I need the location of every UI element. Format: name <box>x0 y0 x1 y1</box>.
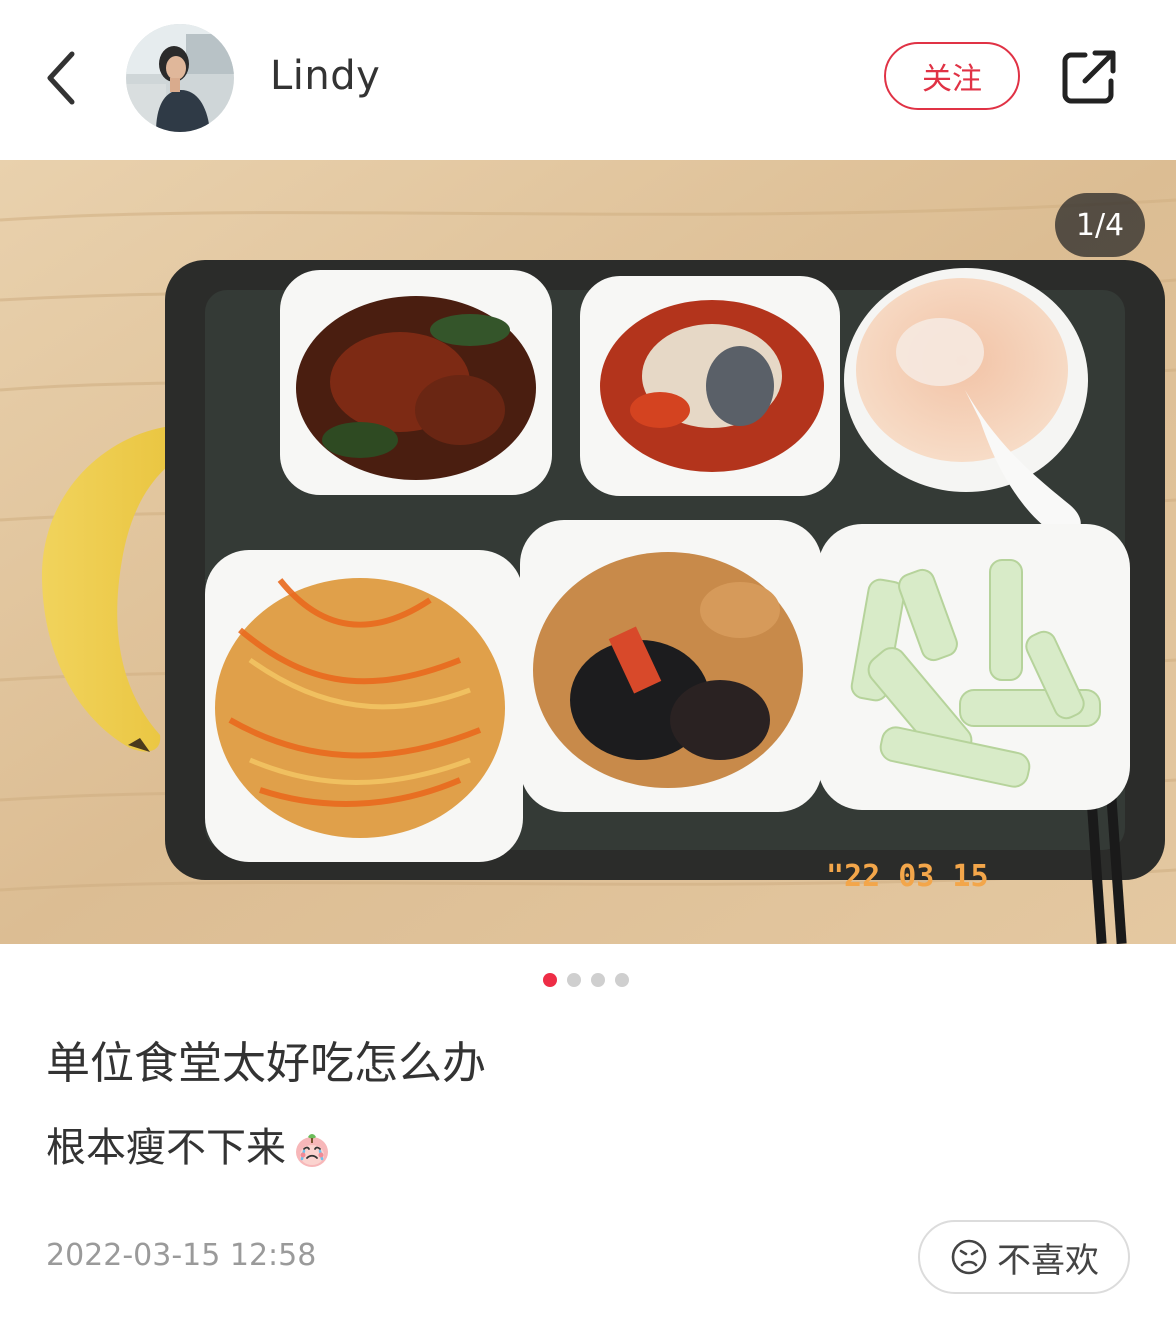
avatar[interactable] <box>126 24 234 132</box>
follow-button[interactable]: 关注 <box>884 42 1020 110</box>
carousel-dot-3[interactable] <box>591 973 605 987</box>
carousel-dots <box>543 973 629 987</box>
carousel-dot-2[interactable] <box>567 973 581 987</box>
post-title: 单位食堂太好吃怎么办 <box>46 1038 486 1089</box>
username[interactable]: Lindy <box>270 50 380 102</box>
post-description-text: 根本瘦不下来 <box>46 1125 286 1171</box>
page-indicator: 1/4 <box>1055 193 1145 257</box>
share-button[interactable] <box>1056 44 1122 110</box>
chevron-left-icon <box>47 51 75 105</box>
sad-face-icon <box>951 1239 987 1275</box>
post-description: 根本瘦不下来 <box>46 1120 332 1176</box>
crying-peach-emoji-icon <box>292 1128 332 1168</box>
dislike-button[interactable]: 不喜欢 <box>918 1220 1130 1294</box>
date-stamp: "22 03 15 <box>826 859 989 894</box>
food-tray-image: "22 03 15 <box>0 160 1176 944</box>
post-header: Lindy 关注 <box>0 0 1176 160</box>
post-photo[interactable]: "22 03 15 <box>0 160 1176 944</box>
dislike-label: 不喜欢 <box>997 1240 1099 1281</box>
back-button[interactable] <box>30 40 94 116</box>
share-external-icon <box>1062 50 1116 104</box>
carousel-dot-4[interactable] <box>615 973 629 987</box>
post-timestamp: 2022-03-15 12:58 <box>46 1238 317 1273</box>
carousel-dot-1[interactable] <box>543 973 557 987</box>
